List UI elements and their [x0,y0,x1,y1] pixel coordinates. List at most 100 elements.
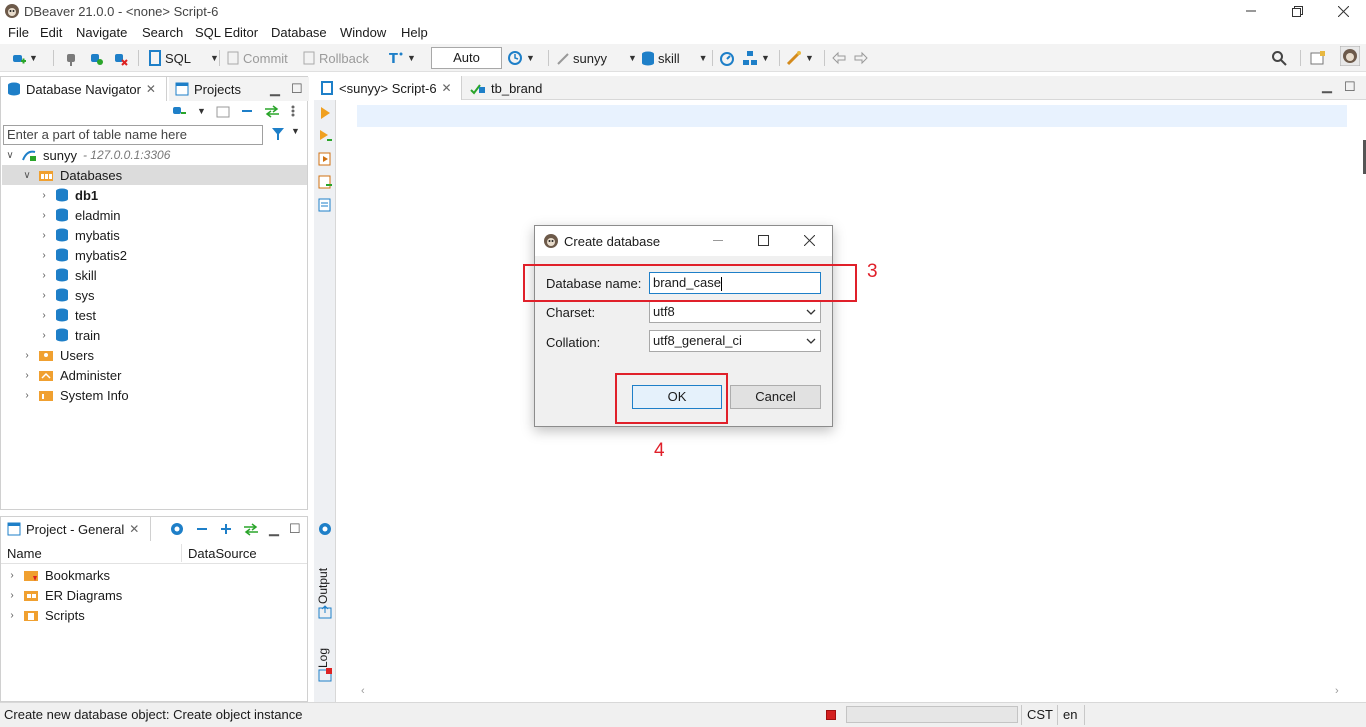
active-connection-selector[interactable]: sunyy ▼ [556,49,637,67]
tree-database-item[interactable]: › db1 [39,185,98,205]
minimize-editor-icon[interactable]: ▁ [1322,78,1332,94]
tree-database-item[interactable]: › test [39,305,96,325]
new-connection-button[interactable]: ▼ [10,49,38,67]
chevron-down-icon[interactable]: ∨ [5,150,15,161]
transaction-mode-button[interactable]: T ▼ [388,49,416,67]
chevron-right-icon[interactable]: › [7,570,17,581]
gear-icon[interactable] [169,521,185,537]
close-tab-icon[interactable]: ✕ [129,522,139,536]
dialog-maximize-icon[interactable] [758,235,769,246]
expand-icon[interactable] [219,522,233,536]
active-schema-selector[interactable]: skill ▼ [641,49,708,67]
menu-edit[interactable]: Edit [40,25,62,40]
tab-script-6[interactable]: <sunyy> Script-6 ✕ [314,76,462,100]
new-connection-dropdown-icon[interactable]: ▼ [197,106,206,116]
chevron-down-icon[interactable]: ∨ [22,170,32,181]
chevron-right-icon[interactable]: › [22,370,32,381]
tree-system-info[interactable]: › System Info [22,385,128,405]
tree-databases[interactable]: ∨ Databases [2,165,307,185]
collapse-icon[interactable] [195,522,209,536]
tree-connection-sunyy[interactable]: ∨ sunyy - 127.0.0.1:3306 [5,145,170,165]
more-icon[interactable] [290,104,296,118]
sql-editor-area[interactable]: ‹ › [337,100,1366,702]
output-panel-toggle[interactable]: Output [316,560,334,604]
maximize-panel-icon[interactable]: ☐ [289,521,301,537]
execute-script-new-tab-button[interactable] [318,175,332,189]
commit-button[interactable]: Commit [226,49,288,67]
minimize-panel-icon[interactable]: ▁ [269,521,279,537]
chevron-right-icon[interactable]: › [39,270,49,281]
rollback-button[interactable]: Rollback [302,49,369,67]
tree-database-item[interactable]: › mybatis [39,225,119,245]
minimize-panel-icon[interactable]: ▁ [270,81,280,97]
chevron-right-icon[interactable]: › [39,290,49,301]
filter-config-button[interactable]: ▼ [271,126,300,142]
tree-database-item[interactable]: › eladmin [39,205,120,225]
cancel-button[interactable]: Cancel [730,385,821,409]
disconnect-button[interactable] [112,49,128,67]
panels-settings-button[interactable] [317,521,333,537]
chevron-right-icon[interactable]: › [39,250,49,261]
tree-database-item[interactable]: › skill [39,265,96,285]
new-connection-icon[interactable] [171,104,187,118]
tree-users[interactable]: › Users [22,345,94,365]
menu-sql-editor[interactable]: SQL Editor [195,25,258,40]
chevron-right-icon[interactable]: › [39,330,49,341]
execute-script-button[interactable] [318,152,332,166]
tab-tb-brand[interactable]: tb_brand [464,76,564,100]
transaction-mode-field[interactable]: Auto [431,47,502,69]
project-item-bookmarks[interactable]: › Bookmarks [7,565,110,585]
link-editor-icon[interactable] [264,104,280,118]
log-panel-toggle[interactable]: Log [316,640,334,668]
stop-icon[interactable] [826,710,836,720]
close-tab-icon[interactable]: ✕ [146,82,156,96]
close-button[interactable] [1320,0,1366,22]
tree-database-item[interactable]: › mybatis2 [39,245,127,265]
chevron-right-icon[interactable]: › [39,210,49,221]
search-button[interactable] [1271,49,1287,67]
maximize-editor-icon[interactable]: ☐ [1344,79,1356,95]
explain-plan-button[interactable] [318,198,332,212]
tools-button[interactable]: ▼ [786,49,814,67]
dbeaver-perspective-button[interactable] [1340,46,1360,66]
reconnect-button[interactable] [88,49,104,67]
chevron-right-icon[interactable]: › [7,610,17,621]
forward-button[interactable] [853,49,869,67]
dialog-minimize-icon[interactable] [713,240,723,241]
menu-navigate[interactable]: Navigate [76,25,127,40]
tab-database-navigator[interactable]: Database Navigator ✕ [1,77,167,101]
execute-statement-button[interactable] [318,106,332,120]
chevron-right-icon[interactable]: › [22,350,32,361]
collation-select[interactable]: utf8_general_ci [649,330,821,352]
locale-indicator[interactable]: en [1063,707,1077,722]
sql-editor-button[interactable]: SQL ▼ [148,49,219,67]
project-item-scripts[interactable]: › Scripts [7,605,84,625]
menu-help[interactable]: Help [401,25,428,40]
menu-window[interactable]: Window [340,25,386,40]
maximize-panel-icon[interactable]: ☐ [291,81,303,97]
perspective-button[interactable] [1310,49,1326,67]
connect-button[interactable] [64,49,78,67]
menu-database[interactable]: Database [271,25,327,40]
minimize-button[interactable] [1228,0,1274,22]
dialog-close-icon[interactable] [804,235,815,246]
column-datasource[interactable]: DataSource [188,546,257,561]
new-folder-icon[interactable] [216,104,230,118]
timezone-indicator[interactable]: CST [1027,707,1053,722]
chevron-right-icon[interactable]: › [22,390,32,401]
collapse-all-icon[interactable] [240,104,254,118]
tab-project-general[interactable]: Project - General ✕ [1,517,151,541]
column-name[interactable]: Name [7,546,42,561]
tree-database-item[interactable]: › sys [39,285,94,305]
dashboard-button[interactable] [719,49,735,67]
chevron-right-icon[interactable]: › [39,230,49,241]
erd-button[interactable]: ▼ [742,49,770,67]
tab-projects[interactable]: Projects ▁ ☐ [169,77,309,101]
menu-search[interactable]: Search [142,25,183,40]
back-button[interactable] [831,49,847,67]
table-filter-input[interactable]: Enter a part of table name here [3,125,263,145]
chevron-right-icon[interactable]: › [39,310,49,321]
tree-database-item[interactable]: › train [39,325,100,345]
link-icon[interactable] [243,522,259,536]
history-button[interactable]: ▼ [507,49,535,67]
